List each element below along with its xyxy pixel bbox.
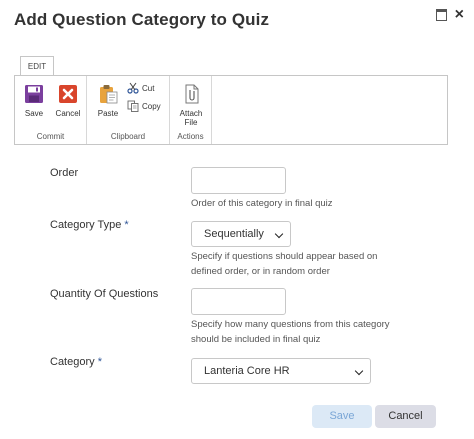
clipboard-group-label: Clipboard (110, 132, 146, 141)
category-type-hint-line1: Specify if questions should appear based… (191, 251, 378, 262)
scissors-icon (127, 82, 139, 94)
tab-edit[interactable]: EDIT (20, 56, 54, 75)
attachment-icon (185, 84, 199, 104)
save-icon (25, 85, 43, 103)
save-button[interactable]: Save (312, 405, 372, 428)
order-hint: Order of this category in final quiz (191, 198, 333, 209)
order-label: Order (50, 167, 79, 179)
clipboard-group: Paste Cut Copy Clipboard (87, 76, 170, 144)
paste-button[interactable]: Paste (95, 84, 121, 118)
dialog-title: Add Question Category to Quiz (14, 10, 270, 29)
category-type-hint: Specify if questions should appear based… (191, 249, 377, 279)
paste-label: Paste (97, 109, 119, 118)
close-icon[interactable]: × (455, 7, 464, 23)
window-controls: × (435, 7, 464, 23)
chevron-down-icon (354, 366, 364, 376)
quantity-hint: Specify how many questions from this cat… (191, 317, 390, 347)
commit-group-label: Commit (36, 132, 65, 141)
attach-file-button[interactable]: Attach File (176, 84, 206, 127)
quantity-hint-line2: should be included in final quiz (191, 334, 321, 345)
commit-group: Save Cancel Commit (15, 76, 87, 144)
required-marker: * (124, 219, 129, 231)
ribbon-cancel-button[interactable]: Cancel (53, 84, 83, 118)
ribbon-save-label: Save (24, 109, 44, 118)
order-input[interactable] (191, 167, 286, 194)
category-label: Category * (50, 356, 102, 368)
cut-button[interactable]: Cut (127, 82, 154, 94)
actions-group-label: Actions (177, 132, 204, 141)
cancel-button[interactable]: Cancel (375, 405, 436, 428)
copy-button[interactable]: Copy (127, 100, 161, 112)
category-type-hint-line2: defined order, or in random order (191, 266, 330, 277)
category-type-label-text: Category Type (50, 219, 122, 231)
cancel-icon (59, 85, 77, 103)
quantity-hint-line1: Specify how many questions from this cat… (191, 319, 390, 330)
category-label-text: Category (50, 356, 95, 368)
copy-icon (127, 100, 139, 112)
ribbon-cancel-label: Cancel (55, 109, 81, 118)
attach-label-line1: Attach (179, 109, 203, 118)
attach-label-line2: File (184, 118, 198, 127)
category-type-value: Sequentially (204, 228, 264, 240)
quantity-label: Quantity Of Questions (50, 288, 159, 300)
chevron-down-icon (274, 229, 284, 239)
quantity-input[interactable] (191, 288, 286, 315)
actions-group: Attach File Actions (170, 76, 212, 144)
copy-label: Copy (142, 101, 161, 111)
cut-label: Cut (142, 83, 155, 93)
category-type-select[interactable]: Sequentially (191, 221, 291, 247)
ribbon-save-button[interactable]: Save (21, 84, 47, 118)
category-value: Lanteria Core HR (204, 365, 290, 377)
maximize-icon[interactable] (435, 9, 447, 21)
category-select[interactable]: Lanteria Core HR (191, 358, 371, 384)
category-type-label: Category Type * (50, 219, 129, 231)
ribbon: Save Cancel Commit Paste Cut Copy Clipbo… (14, 75, 448, 145)
paste-icon (100, 85, 118, 104)
required-marker: * (97, 356, 102, 368)
